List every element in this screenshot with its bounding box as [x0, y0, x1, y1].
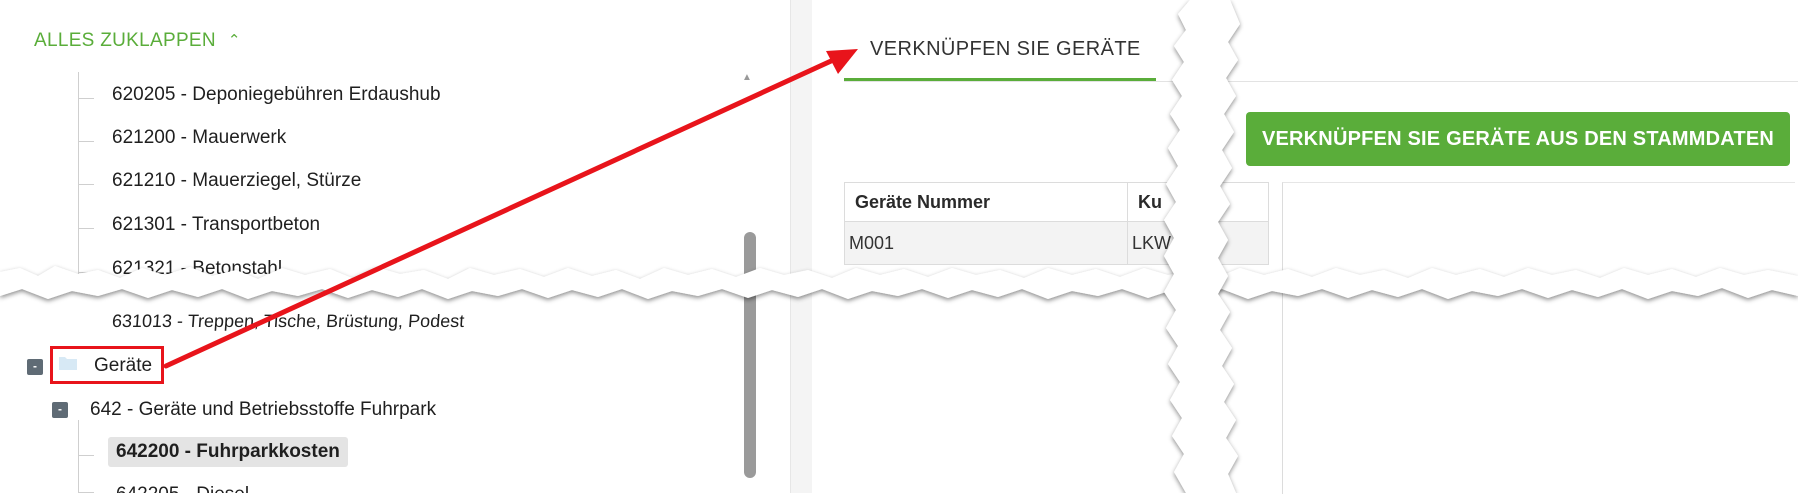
tree-item[interactable]: 621210 - Mauerziegel, Stürze: [112, 170, 361, 192]
equipment-table: Geräte Nummer Ku M001 LKW: [844, 182, 1269, 265]
tree-branch: [78, 141, 94, 142]
tree-branch: [78, 228, 94, 229]
link-equipment-from-master-button[interactable]: VERKNÜPFEN SIE GERÄTE AUS DEN STAMMDATEN: [1246, 112, 1790, 166]
tab-link-equipment[interactable]: VERKNÜPFEN SIE GERÄTE: [870, 38, 1141, 61]
table-empty-area: [1282, 182, 1795, 494]
tree-item[interactable]: 642205 - Diesel: [116, 484, 249, 493]
tree-subgroup[interactable]: 642 - Geräte und Betriebsstoffe Fuhrpark: [90, 399, 436, 421]
tree-item-selected[interactable]: 642200 - Fuhrparkkosten: [108, 437, 348, 467]
collapse-toggle-icon[interactable]: -: [52, 402, 68, 418]
tree-item[interactable]: 621200 - Mauerwerk: [112, 127, 286, 149]
tree-branch: [78, 272, 94, 273]
collapse-all-label: ALLES ZUKLAPPEN: [34, 30, 216, 51]
tree-item[interactable]: 620205 - Deponiegebühren Erdaushub: [112, 84, 441, 106]
table-cell: LKW: [1127, 221, 1269, 265]
tree-panel: ALLES ZUKLAPPEN ⌃ 620205 - Deponiegebühre…: [0, 0, 780, 493]
tree-branch: [78, 184, 94, 185]
tree-branch: [78, 455, 94, 456]
collapse-all-link[interactable]: ALLES ZUKLAPPEN ⌃: [34, 30, 241, 52]
tree-connector-line: [78, 420, 79, 493]
column-header-short[interactable]: Ku: [1127, 182, 1269, 222]
scrollbar-thumb[interactable]: [744, 232, 756, 478]
highlight-box: [50, 346, 164, 384]
collapse-toggle-icon[interactable]: -: [27, 359, 43, 375]
table-cell: M001: [844, 221, 1128, 265]
chevron-up-icon: ⌃: [227, 32, 241, 49]
equipment-panel: VERKNÜPFEN SIE GERÄTE VERKNÜPFEN SIE GER…: [812, 0, 1798, 494]
tree-branch: [78, 98, 94, 99]
table-row[interactable]: M001 LKW: [844, 221, 1269, 265]
tab-divider: [844, 81, 1798, 82]
panel-divider: [790, 0, 813, 493]
tree-item[interactable]: 621321 - Betonstahl: [112, 258, 282, 280]
column-header-equipment-number[interactable]: Geräte Nummer: [844, 182, 1128, 222]
tree-item[interactable]: 621301 - Transportbeton: [112, 214, 320, 236]
tree-item-partial[interactable]: 631013 - Treppen, Tische, Brüstung, Pode…: [111, 311, 465, 332]
scroll-up-icon[interactable]: ▲: [742, 72, 752, 83]
table-header-row: Geräte Nummer Ku: [844, 182, 1269, 222]
tree-connector-line: [78, 72, 79, 287]
